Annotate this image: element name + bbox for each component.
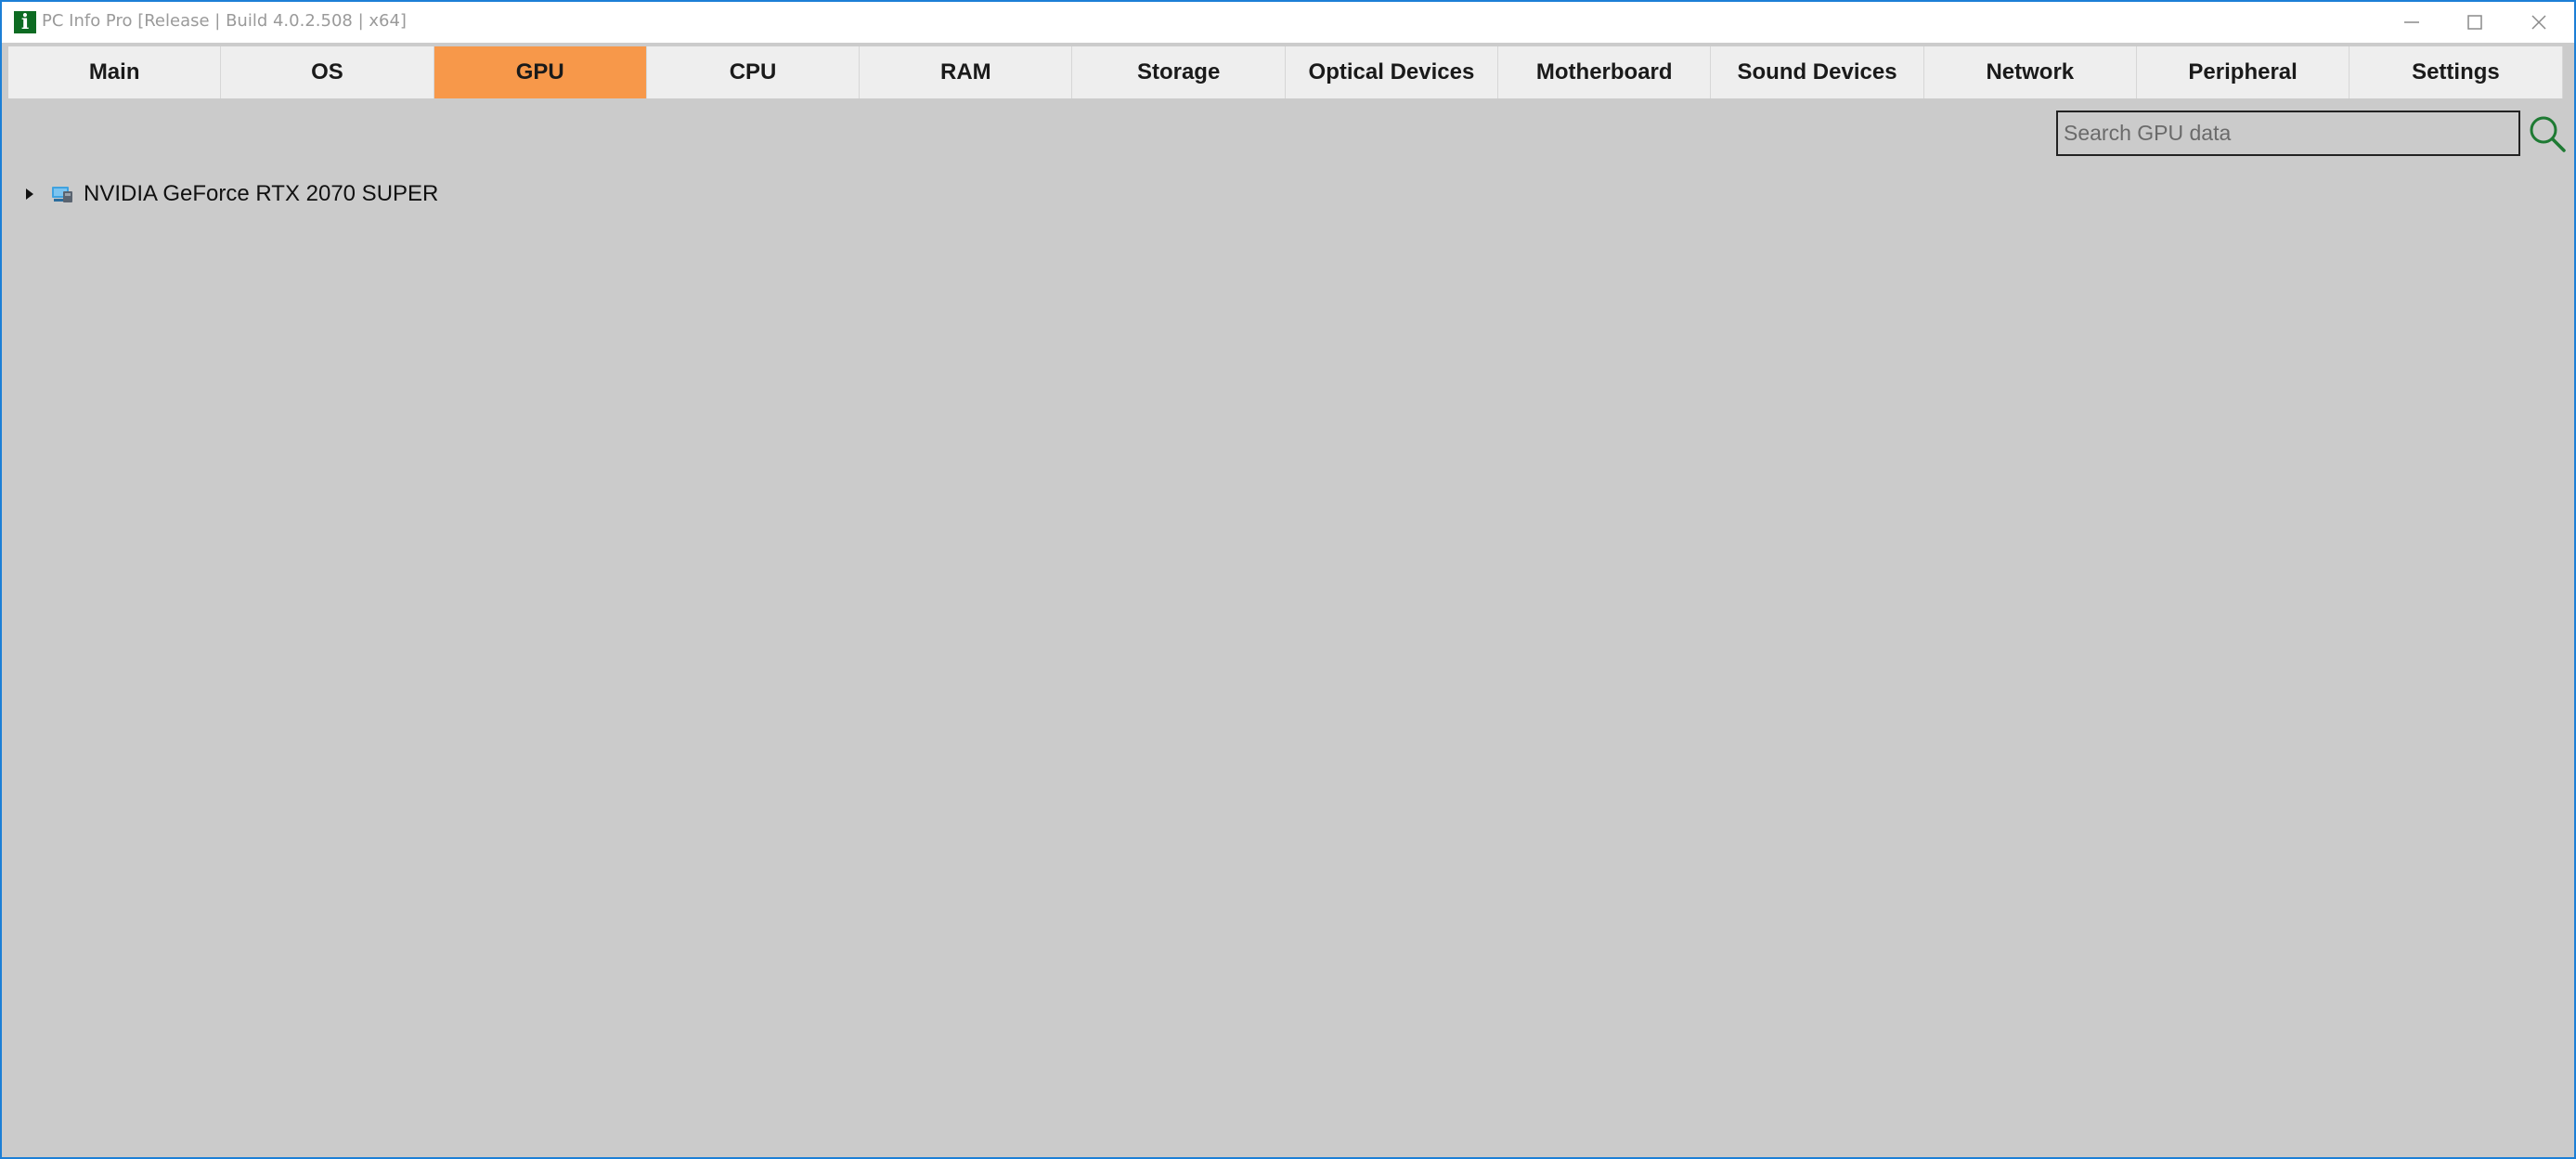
tab-cpu[interactable]: CPU [646, 46, 861, 98]
close-button[interactable] [2507, 2, 2570, 43]
tab-settings[interactable]: Settings [2349, 46, 2563, 98]
tab-gpu[interactable]: GPU [434, 46, 647, 98]
tab-peripheral[interactable]: Peripheral [2136, 46, 2350, 98]
tab-ram[interactable]: RAM [860, 46, 1073, 98]
search-input[interactable] [2056, 111, 2520, 156]
tab-network[interactable]: Network [1923, 46, 2137, 98]
title-bar[interactable]: i PC Info Pro [Release | Build 4.0.2.508… [2, 2, 2574, 43]
app-window: i PC Info Pro [Release | Build 4.0.2.508… [0, 0, 2576, 1159]
maximize-icon [2467, 15, 2482, 30]
tab-main[interactable]: Main [8, 46, 222, 98]
minimize-button[interactable] [2380, 2, 2443, 43]
tab-bar: Main OS GPU CPU RAM Storage Optical Devi… [8, 46, 2563, 98]
tab-motherboard[interactable]: Motherboard [1498, 46, 1712, 98]
maximize-button[interactable] [2443, 2, 2506, 43]
window-title: PC Info Pro [Release | Build 4.0.2.508 |… [42, 11, 407, 31]
app-info-icon: i [14, 11, 36, 33]
tab-os[interactable]: OS [221, 46, 434, 98]
search-button[interactable] [2527, 113, 2568, 154]
minimize-icon [2404, 21, 2419, 23]
tab-optical-devices[interactable]: Optical Devices [1285, 46, 1499, 98]
close-icon [2531, 15, 2546, 30]
expand-arrow-icon[interactable] [20, 185, 39, 203]
gpu-icon [50, 183, 74, 205]
search-icon [2530, 116, 2566, 152]
tree-item-label: NVIDIA GeForce RTX 2070 SUPER [84, 181, 439, 206]
tab-storage[interactable]: Storage [1072, 46, 1286, 98]
tree-item-gpu[interactable]: NVIDIA GeForce RTX 2070 SUPER [20, 178, 438, 210]
tab-sound-devices[interactable]: Sound Devices [1711, 46, 1924, 98]
